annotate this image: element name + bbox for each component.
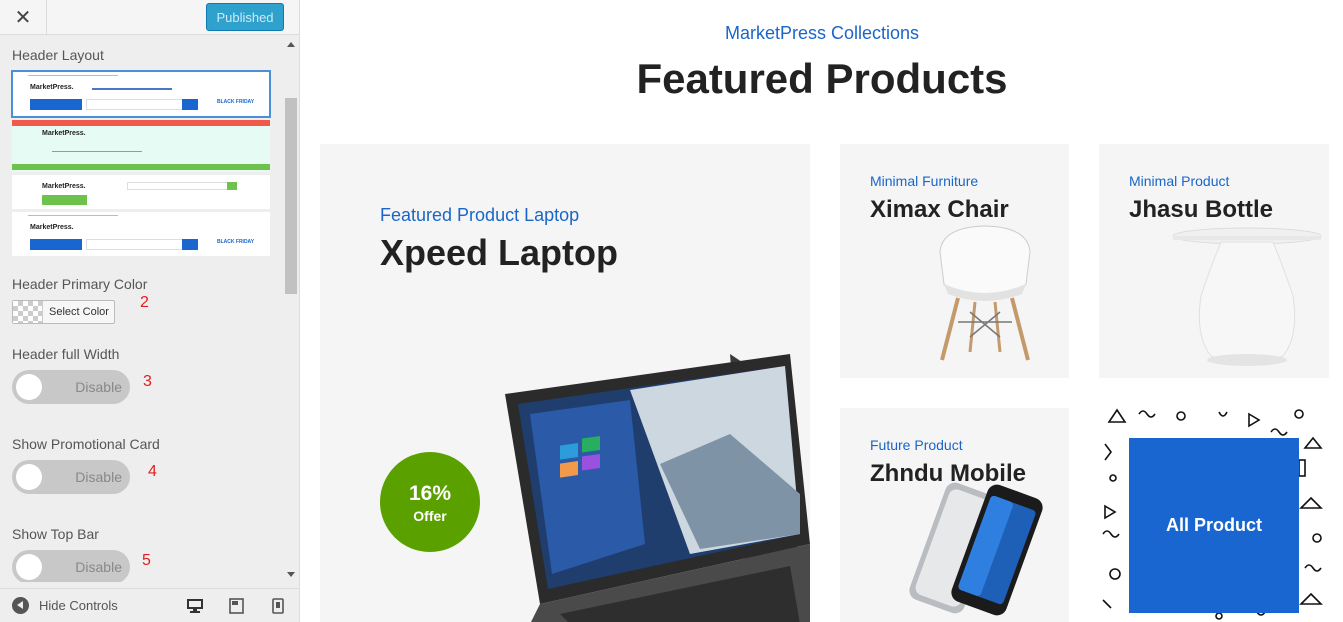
thumb-logo: MarketPress. [30,224,74,231]
thumb-menu [52,151,142,152]
show-top-bar-title: Show Top Bar [12,526,99,542]
customizer-header: ✕ Published [0,0,299,35]
mobile-preview-icon[interactable] [272,598,284,614]
product-card-mobile[interactable]: Future Product Zhndu Mobile [840,408,1069,622]
thumb-green-bar [12,164,270,170]
header-layout-option-3[interactable]: MarketPress. [12,175,270,209]
product-card-laptop[interactable]: Featured Product Laptop Xpeed Laptop 16%… [320,144,810,622]
scroll-up-arrow-icon[interactable] [287,42,295,47]
thumb-logo: MarketPress. [30,84,74,91]
offer-label: Offer [413,508,447,524]
hide-controls-button[interactable]: Hide Controls [12,597,118,614]
chair-image [939,225,1031,361]
collections-label: MarketPress Collections [724,23,920,43]
close-button[interactable]: ✕ [0,0,47,35]
header-full-width-toggle[interactable]: Disable [12,370,130,404]
header-primary-color-title: Header Primary Color [12,276,148,292]
all-products-card: All Product [1099,408,1329,622]
collapse-arrow-icon [12,597,29,614]
toggle-knob [16,374,42,400]
header-layout-option-4[interactable]: MarketPress. BLACK FRIDAY [12,212,270,256]
thumb-logo: MarketPress. [42,130,86,137]
thumb-promo: BLACK FRIDAY [217,99,255,105]
site-preview: MarketPress Collections Featured Product… [301,0,1343,622]
show-promotional-card-toggle[interactable]: Disable [12,460,130,494]
select-color-label: Select Color [49,306,109,318]
customizer-controls: Header Layout 1 MarketPress. BLACK FRIDA… [0,36,284,582]
tablet-preview-icon[interactable] [229,598,244,614]
thumb-topbar [28,215,118,216]
product-name: Xpeed Laptop [380,232,619,273]
customizer-footer: Hide Controls [0,588,299,622]
product-card-bottle[interactable]: Minimal Product Jhasu Bottle [1099,144,1329,378]
show-top-bar-toggle[interactable]: Disable [12,550,130,582]
bottle-table-image [1172,227,1322,366]
toggle-label: Disable [75,559,122,575]
annotation-4: 4 [148,463,157,480]
desktop-preview-icon[interactable] [186,598,204,614]
select-color-button[interactable]: Select Color [12,300,115,324]
thumb-logo: MarketPress. [42,183,86,190]
annotation-5: 5 [142,552,151,569]
product-category: Minimal Product [1129,173,1230,189]
product-category: Future Product [870,437,963,453]
scroll-down-arrow-icon[interactable] [287,572,295,577]
thumb-search-button [182,239,198,250]
thumb-categories-bar [30,239,82,250]
all-product-button[interactable]: All Product [1129,438,1299,613]
offer-badge[interactable]: 16% Offer [380,452,480,552]
product-category: Featured Product Laptop [380,205,580,225]
published-button[interactable]: Published [206,3,284,31]
thumb-menu [92,88,172,90]
hide-controls-label: Hide Controls [39,598,118,613]
thumb-search-bar [86,99,196,110]
product-category: Minimal Furniture [870,173,979,189]
laptop-image [505,354,810,622]
thumb-search-button [227,182,237,190]
thumb-categories-bar [30,99,82,110]
header-layout-title: Header Layout [12,47,104,63]
product-name: Jhasu Bottle [1129,196,1274,223]
mobile-phone-image [909,482,1043,616]
toggle-label: Disable [75,469,122,485]
color-swatch [13,301,43,323]
header-layout-option-1[interactable]: MarketPress. BLACK FRIDAY [11,70,271,118]
thumb-promo: BLACK FRIDAY [217,239,255,245]
product-card-chair[interactable]: Minimal Furniture Ximax Chair [840,144,1069,378]
toggle-knob [16,464,42,490]
page-title: Featured Products [636,55,1008,102]
thumb-topbar [28,75,118,76]
show-promotional-card-title: Show Promotional Card [12,436,160,452]
thumb-search-bar [127,182,237,190]
scroll-thumb[interactable] [285,98,297,294]
header-full-width-title: Header full Width [12,346,120,362]
toggle-knob [16,554,42,580]
sidebar-scrollbar[interactable] [284,36,299,582]
thumb-red-topbar [12,120,270,126]
header-layout-option-2[interactable]: MarketPress. [12,120,270,172]
thumb-categories-bar [42,195,87,205]
thumb-search-bar [86,239,196,250]
offer-percent: 16% [408,482,452,505]
annotation-2: 2 [140,294,149,311]
annotation-3: 3 [143,373,152,390]
toggle-label: Disable [75,379,122,395]
product-name: Ximax Chair [870,196,1009,223]
thumb-search-button [182,99,198,110]
customizer-sidebar: ✕ Published Header Layout 1 MarketPress.… [0,0,300,622]
